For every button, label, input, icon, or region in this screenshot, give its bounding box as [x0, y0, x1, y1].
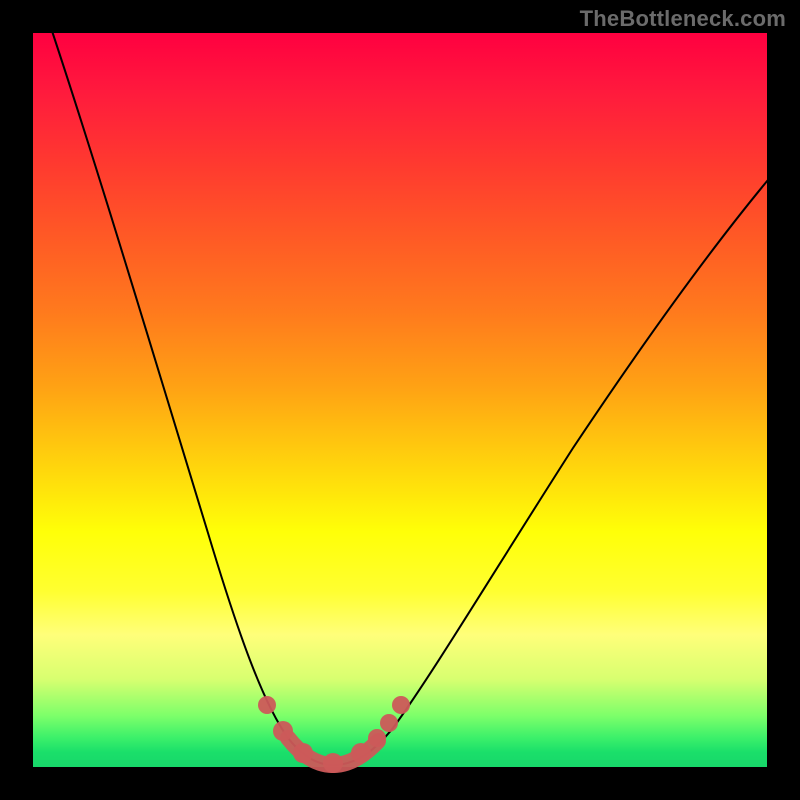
- marker-dot: [323, 753, 343, 773]
- marker-dot: [273, 721, 293, 741]
- chart-frame: TheBottleneck.com: [0, 0, 800, 800]
- bottleneck-curve: [33, 33, 767, 767]
- marker-dot: [293, 743, 313, 763]
- marker-dot: [258, 696, 276, 714]
- marker-dot: [392, 696, 410, 714]
- curve-path: [46, 13, 778, 765]
- marker-dot: [368, 729, 386, 747]
- marker-dot: [351, 743, 371, 763]
- marker-dot: [380, 714, 398, 732]
- plot-area: [33, 33, 767, 767]
- watermark-text: TheBottleneck.com: [580, 6, 786, 32]
